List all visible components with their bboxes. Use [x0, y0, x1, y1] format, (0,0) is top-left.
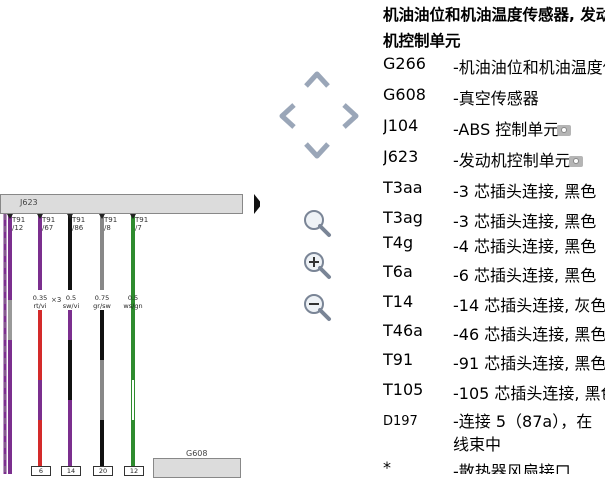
legend-code: J104: [383, 116, 419, 135]
legend-code: T14: [383, 292, 414, 311]
pin-label-t91-7: T91 /7: [135, 216, 149, 232]
legend-desc: -3 芯插头连接, 黑色: [453, 212, 597, 231]
legend-desc: -机油油位和机油温度传感器: [453, 58, 605, 77]
connector-6: 6: [31, 466, 51, 476]
g608-label: G608: [186, 449, 208, 458]
magnifier-icon[interactable]: [300, 206, 334, 240]
legend-code: T105: [383, 380, 424, 399]
legend-title: 机油油位和机油温度传感器, 发动机控制单元: [383, 6, 605, 50]
legend-desc: -散热器风扇接口: [453, 462, 571, 474]
chevron-left-icon[interactable]: [270, 99, 304, 133]
legend-desc: -46 芯插头连接, 黑色: [453, 325, 605, 344]
legend-code: T3ag: [383, 208, 423, 227]
legend-desc: 线束中: [453, 435, 502, 454]
legend-desc-text: -发动机控制单元: [453, 151, 571, 170]
legend-code: T4g: [383, 233, 414, 252]
legend-code: G608: [383, 85, 426, 104]
pin-label-t91-86: T91 /86: [72, 216, 86, 232]
legend-desc: -真空传感器: [453, 89, 539, 108]
legend-desc: -91 芯插头连接, 黑色: [453, 354, 605, 373]
connector-12: 12: [124, 466, 144, 476]
legend-desc: -4 芯插头连接, 黑色: [453, 237, 597, 256]
legend-panel: 机油油位和机油温度传感器, 发动机控制单元 G266 -机油油位和机油温度传感器…: [383, 0, 605, 474]
legend-desc: -ABS 控制单元: [453, 116, 572, 140]
pin-label-t91-67: T91 /67: [42, 216, 56, 232]
legend-code: D197: [383, 414, 418, 429]
legend-code: T6a: [383, 262, 413, 281]
g608-sensor-box: [153, 458, 241, 478]
legend-code: T3aa: [383, 178, 423, 197]
chevron-right-icon[interactable]: [334, 99, 368, 133]
legend-code: G266: [383, 54, 426, 73]
legend-code: T91: [383, 350, 414, 369]
wiring-svg: K: [3, 194, 260, 474]
legend-desc: -6 芯插头连接, 黑色: [453, 266, 597, 285]
legend-code: *: [383, 458, 391, 474]
legend-code: J623: [383, 147, 419, 166]
pin-label-t91-8: T91 /8: [104, 216, 118, 232]
zoom-out-icon[interactable]: [300, 290, 334, 324]
camera-icon[interactable]: [557, 125, 572, 136]
legend-desc: -连接 5（87a），在: [453, 412, 593, 431]
pin-label-t91-12: T91 /12: [12, 216, 26, 232]
camera-icon[interactable]: [568, 156, 583, 167]
legend-desc: -发动机控制单元: [453, 147, 583, 171]
legend-code: T46a: [383, 321, 423, 340]
connector-14: 14: [61, 466, 81, 476]
legend-desc: -3 芯插头连接, 黑色: [453, 182, 597, 201]
wire-label-pin8: 0.75 gr/sw: [93, 294, 111, 310]
continuation-arrow: [254, 194, 260, 214]
connector-20: 20: [93, 466, 113, 476]
legend-desc-text: -ABS 控制单元: [453, 120, 560, 139]
wire-multiplier-label: ×3: [51, 296, 62, 304]
legend-desc: -105 芯插头连接, 黑色: [453, 384, 605, 403]
legend-desc: -14 芯插头连接, 灰色: [453, 296, 605, 315]
chevron-down-icon[interactable]: [300, 134, 334, 168]
zoom-in-icon[interactable]: [300, 248, 334, 282]
chevron-up-icon[interactable]: [300, 62, 334, 96]
wire-label-pin7: 0.5 ws/gn: [123, 294, 143, 310]
wiring-diagram: J623 K T: [0, 0, 260, 478]
